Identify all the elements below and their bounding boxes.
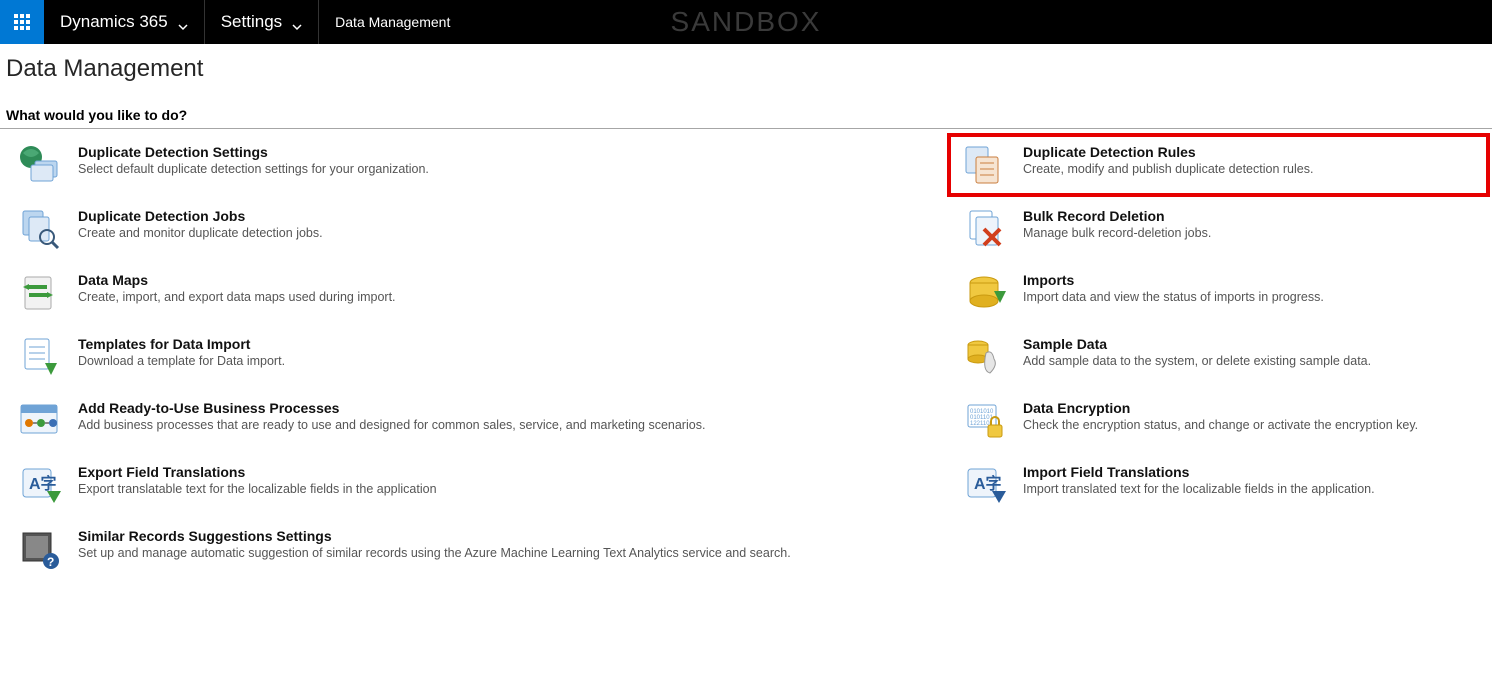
tile-title: Data Maps <box>78 272 396 288</box>
tile-desc: Create, modify and publish duplicate det… <box>1023 162 1313 176</box>
app-launcher-button[interactable] <box>0 0 44 44</box>
tile-desc: Create and monitor duplicate detection j… <box>78 226 323 240</box>
export-translations-icon: A字 <box>16 462 62 508</box>
import-translations-icon: A字 <box>961 462 1007 508</box>
tile-title: Sample Data <box>1023 336 1371 352</box>
tile-desc: Import translated text for the localizab… <box>1023 482 1375 496</box>
tile-desc: Manage bulk record-deletion jobs. <box>1023 226 1211 240</box>
tile-title: Data Encryption <box>1023 400 1418 416</box>
tile-title: Templates for Data Import <box>78 336 285 352</box>
tile-imports[interactable]: Imports Import data and view the status … <box>947 261 1490 325</box>
tile-import-translations[interactable]: A字 Import Field Translations Import tran… <box>947 453 1490 517</box>
environment-label: SANDBOX <box>671 6 822 38</box>
tile-desc: Download a template for Data import. <box>78 354 285 368</box>
section-prompt: What would you like to do? <box>0 91 1492 129</box>
chevron-down-icon <box>178 17 188 27</box>
brand-label: Dynamics 365 <box>60 12 168 32</box>
left-column: Duplicate Detection Settings Select defa… <box>2 133 947 581</box>
tile-sample-data[interactable]: Sample Data Add sample data to the syste… <box>947 325 1490 389</box>
tile-desc: Add sample data to the system, or delete… <box>1023 354 1371 368</box>
chevron-down-icon <box>292 17 302 27</box>
tile-title: Duplicate Detection Settings <box>78 144 429 160</box>
tile-data-maps[interactable]: Data Maps Create, import, and export dat… <box>2 261 947 325</box>
tile-title: Import Field Translations <box>1023 464 1375 480</box>
tile-bulk-record-deletion[interactable]: Bulk Record Deletion Manage bulk record-… <box>947 197 1490 261</box>
right-column: Duplicate Detection Rules Create, modify… <box>947 133 1490 581</box>
waffle-icon <box>14 14 30 30</box>
tiles-grid: Duplicate Detection Settings Select defa… <box>0 133 1492 581</box>
tile-desc: Export translatable text for the localiz… <box>78 482 437 496</box>
encryption-lock-icon: 0101010 0101101 1221101 <box>961 398 1007 444</box>
tile-templates-data-import[interactable]: Templates for Data Import Download a tem… <box>2 325 947 389</box>
top-navigation-bar: Dynamics 365 Settings Data Management SA… <box>0 0 1492 44</box>
tile-title: Duplicate Detection Jobs <box>78 208 323 224</box>
tile-desc: Add business processes that are ready to… <box>78 418 705 432</box>
svg-text:A字: A字 <box>974 474 1002 493</box>
tile-desc: Check the encryption status, and change … <box>1023 418 1418 432</box>
area-label: Settings <box>221 12 282 32</box>
brand-dropdown[interactable]: Dynamics 365 <box>44 0 205 44</box>
tile-desc: Select default duplicate detection setti… <box>78 162 429 176</box>
tile-data-encryption[interactable]: 0101010 0101101 1221101 Data Encryption … <box>947 389 1490 453</box>
process-flow-icon <box>16 398 62 444</box>
tile-desc: Create, import, and export data maps use… <box>78 290 396 304</box>
tile-similar-records[interactable]: ? Similar Records Suggestions Settings S… <box>2 517 947 581</box>
tile-title: Imports <box>1023 272 1324 288</box>
rules-icon <box>961 142 1007 188</box>
data-maps-icon <box>16 270 62 316</box>
imports-icon <box>961 270 1007 316</box>
tile-title: Bulk Record Deletion <box>1023 208 1211 224</box>
tile-business-processes[interactable]: Add Ready-to-Use Business Processes Add … <box>2 389 947 453</box>
settings-globe-icon <box>16 142 62 188</box>
svg-text:A字: A字 <box>29 474 57 493</box>
tile-title: Add Ready-to-Use Business Processes <box>78 400 705 416</box>
similar-records-icon: ? <box>16 526 62 572</box>
breadcrumb-label: Data Management <box>335 14 450 30</box>
tile-title: Similar Records Suggestions Settings <box>78 528 791 544</box>
tile-duplicate-detection-settings[interactable]: Duplicate Detection Settings Select defa… <box>2 133 947 197</box>
bulk-delete-icon <box>961 206 1007 252</box>
tile-title: Duplicate Detection Rules <box>1023 144 1313 160</box>
area-dropdown[interactable]: Settings <box>205 0 319 44</box>
breadcrumb[interactable]: Data Management <box>319 0 466 44</box>
svg-text:?: ? <box>47 555 54 569</box>
template-import-icon <box>16 334 62 380</box>
tile-duplicate-detection-rules[interactable]: Duplicate Detection Rules Create, modify… <box>947 133 1490 197</box>
tile-desc: Import data and view the status of impor… <box>1023 290 1324 304</box>
tile-export-translations[interactable]: A字 Export Field Translations Export tran… <box>2 453 947 517</box>
tile-title: Export Field Translations <box>78 464 437 480</box>
page-title: Data Management <box>0 44 1492 91</box>
tile-desc: Set up and manage automatic suggestion o… <box>78 546 791 560</box>
jobs-search-icon <box>16 206 62 252</box>
sample-data-icon <box>961 334 1007 380</box>
tile-duplicate-detection-jobs[interactable]: Duplicate Detection Jobs Create and moni… <box>2 197 947 261</box>
